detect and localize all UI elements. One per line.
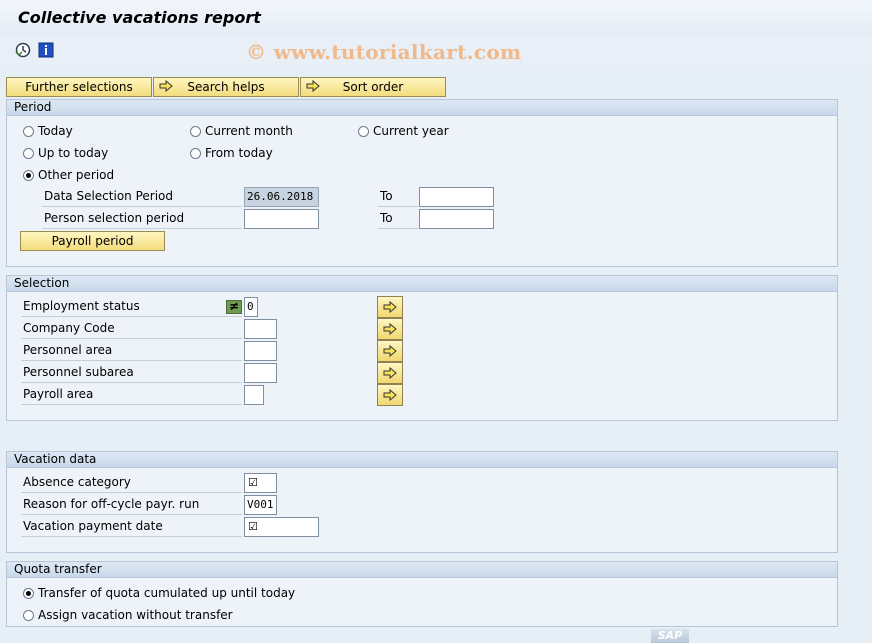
today-label: Today <box>38 124 73 138</box>
arrow-right-icon <box>306 79 320 93</box>
personnel-area-label: Personnel area <box>21 341 242 361</box>
vacation-data-group-title: Vacation data <box>7 452 837 468</box>
personnel-subarea-input[interactable] <box>244 363 277 383</box>
radio-up-to-today[interactable] <box>23 148 34 159</box>
sap-logo: SAP <box>651 629 689 643</box>
current-month-label: Current month <box>205 124 293 138</box>
not-equal-option-icon[interactable]: ≠ <box>226 300 242 314</box>
person-selection-from-input[interactable] <box>244 209 319 229</box>
company-code-label: Company Code <box>21 319 242 339</box>
reason-offcycle-label: Reason for off-cycle payr. run <box>21 495 242 515</box>
up-to-today-label: Up to today <box>38 146 109 160</box>
person-selection-period-label: Person selection period <box>42 209 242 229</box>
selection-group-title: Selection <box>7 276 837 292</box>
sort-order-button[interactable]: Sort order <box>300 77 446 97</box>
vacation-payment-date-label: Vacation payment date <box>21 517 242 537</box>
person-selection-to-input[interactable] <box>419 209 494 229</box>
reason-offcycle-input[interactable]: V001 <box>244 495 277 515</box>
from-today-label: From today <box>205 146 273 160</box>
to-label: To <box>378 209 418 229</box>
execute-clock-icon[interactable] <box>15 42 31 58</box>
radio-other-period[interactable] <box>23 170 34 181</box>
search-helps-label: Search helps <box>187 80 265 94</box>
data-selection-from-input[interactable]: 26.06.2018 <box>244 187 319 207</box>
personnel-subarea-multiple-selection-button[interactable] <box>377 362 403 384</box>
arrow-right-icon <box>383 389 397 401</box>
quota-transfer-group-title: Quota transfer <box>7 562 837 578</box>
data-selection-to-input[interactable] <box>419 187 494 207</box>
radio-from-today[interactable] <box>190 148 201 159</box>
info-icon[interactable] <box>38 42 54 58</box>
personnel-area-multiple-selection-button[interactable] <box>377 340 403 362</box>
radio-assign-without-transfer[interactable] <box>23 610 34 621</box>
personnel-subarea-label: Personnel subarea <box>21 363 242 383</box>
arrow-right-icon <box>383 323 397 335</box>
data-selection-period-label: Data Selection Period <box>42 187 242 207</box>
arrow-right-icon <box>383 301 397 313</box>
radio-current-year[interactable] <box>358 126 369 137</box>
current-year-label: Current year <box>373 124 449 138</box>
absence-category-label: Absence category <box>21 473 242 493</box>
arrow-right-icon <box>159 79 173 93</box>
employment-status-input[interactable]: 0 <box>244 297 258 317</box>
search-helps-button[interactable]: Search helps <box>153 77 299 97</box>
vacation-payment-date-input[interactable]: ☑ <box>244 517 319 537</box>
radio-today[interactable] <box>23 126 34 137</box>
further-selections-label: Further selections <box>25 80 133 94</box>
other-period-label: Other period <box>38 168 115 182</box>
further-selections-button[interactable]: Further selections <box>6 77 152 97</box>
payroll-period-button[interactable]: Payroll period <box>20 231 165 251</box>
personnel-area-input[interactable] <box>244 341 277 361</box>
transfer-quota-label: Transfer of quota cumulated up until tod… <box>38 586 296 600</box>
radio-transfer-quota[interactable] <box>23 588 34 599</box>
arrow-right-icon <box>383 345 397 357</box>
company-code-multiple-selection-button[interactable] <box>377 318 403 340</box>
employment-status-label: Employment status <box>21 297 242 317</box>
watermark: © www.tutorialkart.com <box>246 40 522 64</box>
arrow-right-icon <box>383 367 397 379</box>
payroll-period-label: Payroll period <box>51 234 134 248</box>
payroll-area-input[interactable] <box>244 385 264 405</box>
to-label: To <box>378 187 418 207</box>
assign-without-transfer-label: Assign vacation without transfer <box>38 608 233 622</box>
sort-order-label: Sort order <box>342 80 404 94</box>
period-group-title: Period <box>7 100 837 116</box>
payroll-area-label: Payroll area <box>21 385 242 405</box>
page-title: Collective vacations report <box>18 8 261 27</box>
company-code-input[interactable] <box>244 319 277 339</box>
radio-current-month[interactable] <box>190 126 201 137</box>
payroll-area-multiple-selection-button[interactable] <box>377 384 403 406</box>
employment-status-multiple-selection-button[interactable] <box>377 296 403 318</box>
absence-category-input[interactable]: ☑ <box>244 473 277 493</box>
